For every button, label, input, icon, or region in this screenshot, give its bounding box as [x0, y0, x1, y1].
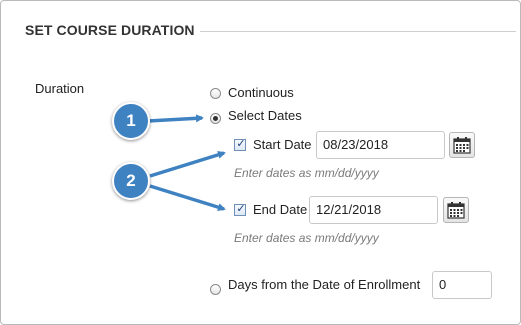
arrow-2-end: [149, 184, 226, 212]
arrow-2-start: [149, 150, 226, 178]
callout-badge-2: 2: [112, 162, 150, 200]
arrow-1: [147, 114, 204, 123]
callout-badge-1: 1: [112, 102, 150, 140]
annotation-arrows: [147, 114, 226, 212]
